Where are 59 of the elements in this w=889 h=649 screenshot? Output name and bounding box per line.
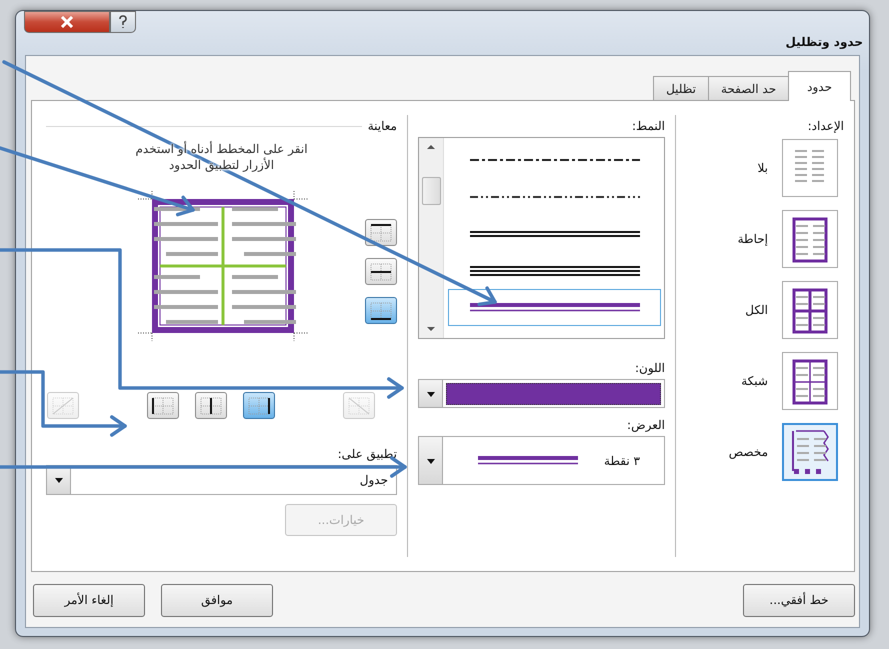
preset-label: بلا <box>758 161 768 175</box>
border-toggle-button[interactable] <box>195 392 227 419</box>
field-label: تطبيق على: <box>338 447 397 461</box>
window-title: حدود وتظليل <box>785 35 863 49</box>
tab[interactable]: تظليل <box>653 76 709 100</box>
line-style-option[interactable] <box>448 289 661 326</box>
scroll-up-icon[interactable] <box>426 144 436 150</box>
table-preview-drawing[interactable] <box>138 191 308 341</box>
dash-dot-dot-line-icon <box>470 196 640 198</box>
section-label: معاينة <box>368 119 397 133</box>
diagonal-down-border-icon <box>346 394 372 416</box>
width-value: ٣ نقطة <box>604 454 640 468</box>
tab[interactable]: حدود <box>788 71 851 101</box>
border-toggle-button[interactable] <box>147 392 179 419</box>
width-dropdown[interactable]: ٣ نقطة <box>418 436 665 485</box>
apply-to-dropdown[interactable]: جدول <box>46 465 397 495</box>
scroll-down-icon[interactable] <box>426 326 436 332</box>
preset-label: مخصص <box>728 445 768 459</box>
field-label: العرض: <box>627 418 665 432</box>
line-style-list[interactable] <box>418 137 665 339</box>
diagonal-up-border-icon <box>50 394 76 416</box>
dash-dot-line-icon <box>470 158 640 160</box>
right-border-icon <box>246 394 272 416</box>
left-border-icon <box>150 394 176 416</box>
triple-line-icon <box>470 266 640 276</box>
border-preset-button[interactable] <box>782 210 838 268</box>
inside-vertical-border-icon <box>198 394 224 416</box>
inside-horizontal-border-icon <box>368 260 394 282</box>
border-preset-button[interactable] <box>782 281 838 339</box>
close-button[interactable] <box>24 11 110 33</box>
help-button[interactable] <box>110 11 136 33</box>
scroll-thumb[interactable] <box>422 176 440 204</box>
section-label: الإعداد: <box>808 119 844 133</box>
scrollbar[interactable] <box>419 138 444 338</box>
thick-thin-line-icon <box>478 456 578 465</box>
border-toggle-button[interactable] <box>243 392 275 419</box>
dialog-button[interactable]: خط أفقي... <box>743 584 855 616</box>
section-label: النمط: <box>632 119 665 133</box>
preset-label: إحاطة <box>738 232 768 246</box>
dropdown-value: جدول <box>360 473 388 487</box>
tab[interactable]: حد الصفحة <box>708 76 790 100</box>
preset-label: شبكة <box>741 374 768 388</box>
caret-icon <box>52 475 64 485</box>
preset-label: الكل <box>745 303 768 317</box>
top-border-icon <box>368 222 394 244</box>
border-toggle-button[interactable] <box>365 219 397 246</box>
close-icon <box>60 16 74 28</box>
border-preset-button[interactable] <box>782 423 838 481</box>
border-toggle-button[interactable] <box>365 297 397 324</box>
thick-thin-line-icon <box>470 303 640 312</box>
color-dropdown[interactable] <box>418 379 665 408</box>
border-toggle-button[interactable] <box>365 258 397 285</box>
field-label: اللون: <box>634 361 665 375</box>
bottom-border-icon <box>368 300 394 322</box>
border-preset-button[interactable] <box>782 352 838 410</box>
dialog-button[interactable]: موافق <box>161 584 273 616</box>
dialog-button[interactable]: إلغاء الأمر <box>33 584 145 616</box>
help-icon <box>118 15 128 29</box>
double-line-icon <box>470 230 640 236</box>
